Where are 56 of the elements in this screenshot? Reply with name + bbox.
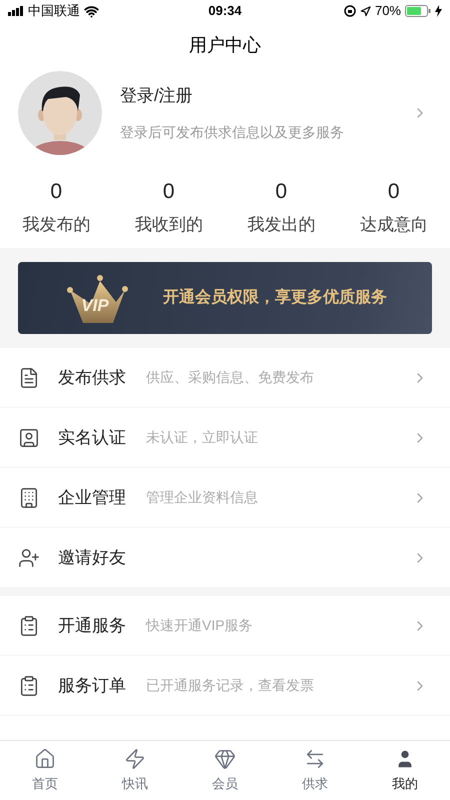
vip-logo-text: VIP (81, 295, 109, 318)
avatar-icon (18, 71, 102, 155)
wifi-icon (84, 4, 99, 18)
menu-title: 企业管理 (58, 486, 126, 509)
id-card-icon (18, 426, 40, 448)
stat-value: 0 (162, 179, 175, 205)
status-time: 09:34 (208, 2, 242, 20)
vip-banner[interactable]: VIP 开通会员权限，享更多优质服务 (18, 262, 432, 334)
document-icon (18, 366, 40, 388)
menu-item[interactable]: 开通服务 快速开通VIP服务 (0, 596, 450, 656)
menu-title: 发布供求 (58, 366, 126, 389)
carrier-name: 中国联通 (28, 2, 80, 20)
menu-subtitle: 供应、采购信息、免费发布 (146, 368, 314, 387)
stat-label[interactable]: 我发出的 (247, 212, 316, 237)
menu-item[interactable]: 实名认证 未认证，立即认证 (0, 408, 450, 468)
menu-title: 实名认证 (58, 426, 126, 449)
menu-title: 邀请好友 (58, 546, 126, 569)
login-hint: 登录后可发布供求信息以及更多服务 (120, 123, 345, 142)
tab[interactable]: 首页 (0, 741, 90, 800)
stat-value: 0 (275, 179, 288, 205)
menu-item[interactable]: 服务订单 已开通服务记录，查看发票 (0, 656, 450, 716)
stat-value: 0 (388, 179, 400, 205)
tab[interactable]: 快讯 (90, 741, 180, 800)
stat-label[interactable]: 达成意向 (360, 212, 428, 237)
page-title: 用户中心 (189, 34, 261, 56)
menu-subtitle: 未认证，立即认证 (146, 428, 258, 447)
battery-icon (405, 5, 431, 17)
menu-title: 开通服务 (58, 614, 126, 637)
signal-icon (8, 6, 24, 16)
profile-row[interactable]: 登录/注册 登录后可发布供求信息以及更多服务 (0, 68, 450, 158)
clipboard-icon (18, 614, 40, 636)
stat-label[interactable]: 我收到的 (134, 212, 203, 237)
charging-icon (435, 5, 442, 17)
menu-subtitle: 快速开通VIP服务 (146, 616, 253, 635)
menu-item[interactable]: 发布供求 供应、采购信息、免费发布 (0, 348, 450, 408)
building-icon (18, 486, 40, 508)
location-icon (360, 6, 371, 16)
menu-subtitle: 已开通服务记录，查看发票 (146, 676, 314, 695)
lightning-icon (124, 748, 146, 770)
menu-item[interactable]: 邀请好友 (0, 528, 450, 588)
tab[interactable]: 供求 (270, 741, 360, 800)
clipboard-icon (18, 674, 40, 696)
rotation-lock-icon (344, 5, 356, 17)
diamond-icon (214, 748, 236, 770)
battery-percent: 70% (374, 2, 401, 20)
vip-promo-text: 开通会员权限，享更多优质服务 (163, 287, 387, 308)
menu-item[interactable]: 企业管理 管理企业资料信息 (0, 468, 450, 528)
stat-label[interactable]: 我发布的 (22, 212, 90, 237)
menu-subtitle: 管理企业资料信息 (146, 488, 258, 507)
login-register-label: 登录/注册 (120, 84, 194, 107)
exchange-icon (304, 748, 326, 770)
tab[interactable]: 会员 (180, 741, 270, 800)
stat-value: 0 (50, 179, 62, 205)
home-icon (34, 748, 56, 770)
tab[interactable]: 我的 (360, 741, 450, 800)
menu-title: 服务订单 (58, 674, 126, 697)
